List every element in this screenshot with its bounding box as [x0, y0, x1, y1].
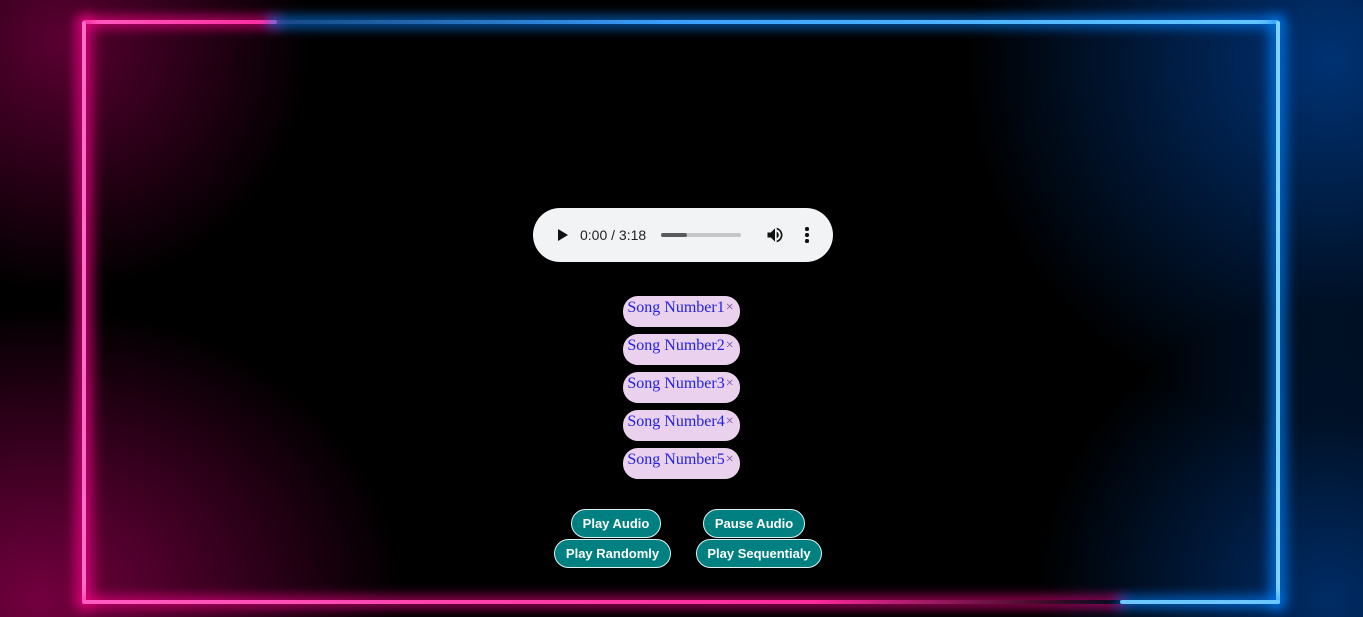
neon-frame-background: 0:00 / 3:18 Song Number1 × Song Number2 … [0, 0, 1363, 617]
song-list: Song Number1 × Song Number2 × Song Numbe… [0, 296, 1363, 479]
song-item[interactable]: Song Number5 × [623, 448, 740, 479]
pause-audio-button[interactable]: Pause Audio [703, 509, 805, 538]
song-label: Song Number5 [627, 451, 725, 468]
more-vert-icon[interactable] [797, 225, 817, 245]
neon-border-top-blue [270, 20, 1279, 24]
song-item[interactable]: Song Number3 × [623, 372, 740, 403]
song-label: Song Number1 [627, 299, 725, 316]
neon-border-bottom-pink [83, 600, 1123, 604]
play-audio-button[interactable]: Play Audio [571, 509, 661, 538]
song-label: Song Number3 [627, 375, 725, 392]
audio-player: 0:00 / 3:18 [533, 208, 833, 262]
audio-seek-bar[interactable] [661, 233, 742, 237]
remove-song-icon[interactable]: × [726, 300, 734, 316]
neon-border-top-pink [83, 20, 277, 24]
neon-border-bottom-blue [1120, 600, 1280, 604]
remove-song-icon[interactable]: × [726, 452, 734, 468]
remove-song-icon[interactable]: × [726, 338, 734, 354]
song-item[interactable]: Song Number4 × [623, 410, 740, 441]
audio-time: 0:00 / 3:18 [580, 227, 647, 243]
song-item[interactable]: Song Number1 × [623, 296, 740, 327]
volume-icon[interactable] [765, 225, 785, 245]
song-label: Song Number4 [627, 413, 725, 430]
play-icon[interactable] [551, 225, 571, 245]
song-item[interactable]: Song Number2 × [623, 334, 740, 365]
remove-song-icon[interactable]: × [726, 376, 734, 392]
play-randomly-button[interactable]: Play Randomly [554, 539, 671, 568]
audio-seek-progress [661, 233, 687, 237]
play-sequentially-button[interactable]: Play Sequentialy [696, 539, 822, 568]
remove-song-icon[interactable]: × [726, 414, 734, 430]
song-label: Song Number2 [627, 337, 725, 354]
